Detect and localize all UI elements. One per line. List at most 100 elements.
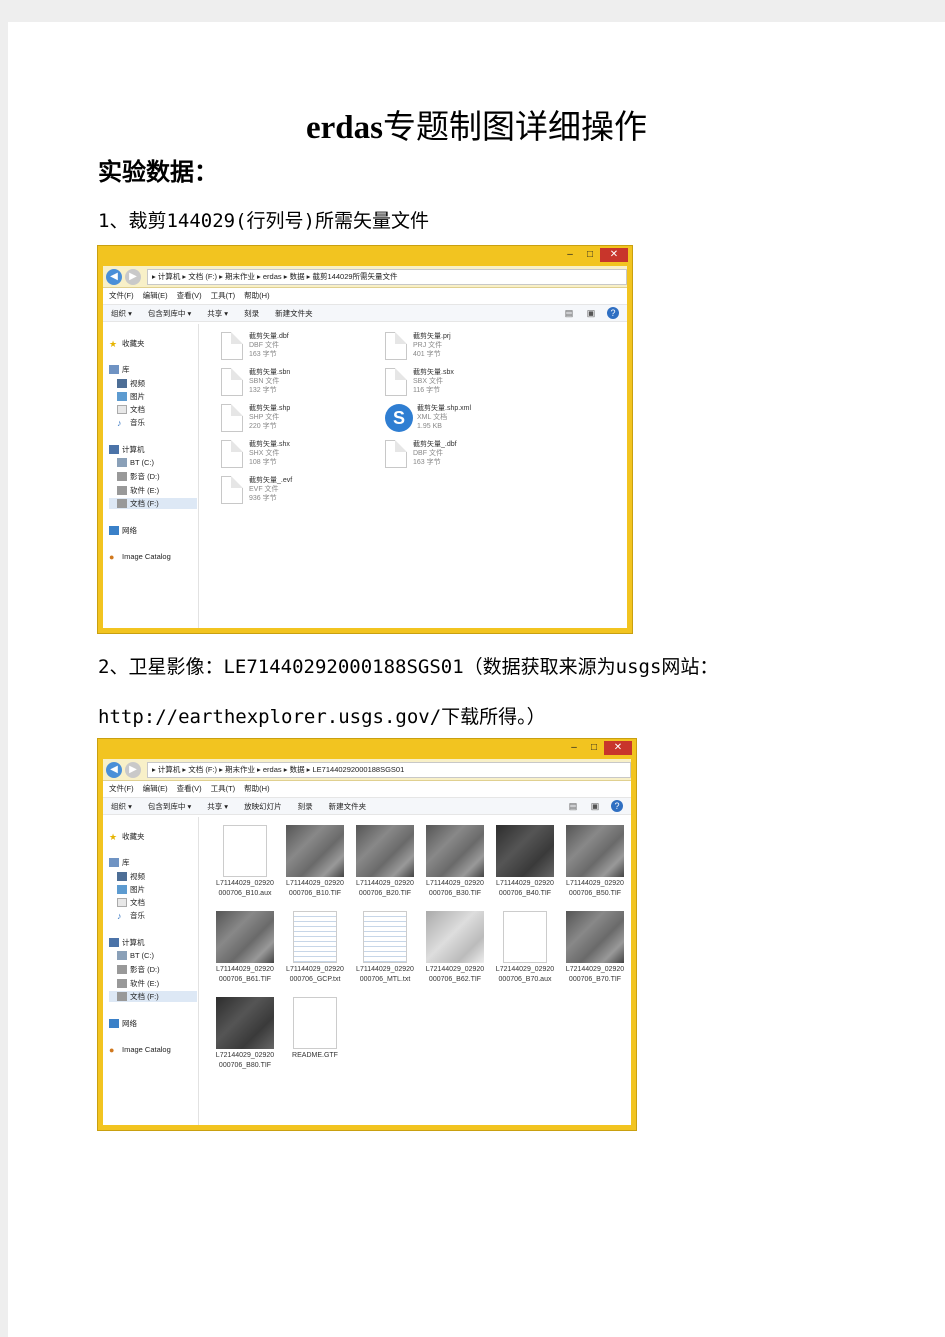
nav-image-catalog[interactable]: ● Image Catalog — [109, 552, 171, 562]
minimize-icon[interactable]: – — [564, 741, 584, 755]
document-icon — [117, 405, 127, 414]
nav-drive-e[interactable]: 软件 (E:) — [117, 978, 159, 989]
nav-network[interactable]: 网络 — [109, 525, 137, 536]
preview-pane-icon[interactable]: ▣ — [585, 307, 597, 319]
menu-view[interactable]: 查看(V) — [177, 784, 202, 793]
nav-image-catalog[interactable]: ● Image Catalog — [109, 1045, 171, 1055]
file-item[interactable]: L71144029_02920 000706_B10.TIF — [283, 825, 347, 899]
preview-pane-icon[interactable]: ▣ — [589, 800, 601, 812]
file-item[interactable]: L71144029_02920 000706_B40.TIF — [493, 825, 557, 899]
file-name-line2: 000706_B30.TIF — [428, 890, 482, 897]
organize-button[interactable]: 组织 ▾ — [111, 802, 132, 811]
include-library-button[interactable]: 包含到库中 ▾ — [148, 309, 191, 318]
close-icon[interactable]: ✕ — [604, 741, 632, 755]
file-name-line2: 000706_B10.aux — [218, 890, 272, 897]
file-item[interactable]: L72144029_02920 000706_B62.TIF — [423, 911, 487, 985]
file-item[interactable]: L72144029_02920 000706_B70.aux — [493, 911, 557, 985]
view-options-icon[interactable]: ▤ — [563, 307, 575, 319]
burn-button[interactable]: 刻录 — [298, 802, 313, 811]
file-item[interactable]: L71144029_02920 000706_B50.TIF — [563, 825, 627, 899]
computer-icon — [109, 445, 119, 454]
menu-bar: 文件(F) 编辑(E) 查看(V) 工具(T) 帮助(H) — [103, 289, 627, 303]
nav-drive-c[interactable]: BT (C:) — [117, 458, 154, 467]
menu-help[interactable]: 帮助(H) — [244, 291, 269, 300]
file-name-line2: 000706_B61.TIF — [218, 976, 272, 983]
file-name: 截剪矢量.prj — [413, 333, 451, 340]
new-folder-button[interactable]: 新建文件夹 — [275, 309, 313, 318]
share-button[interactable]: 共享 ▾ — [207, 309, 228, 318]
forward-icon[interactable]: ▶ — [125, 268, 141, 285]
maximize-icon[interactable]: □ — [584, 741, 604, 755]
nav-videos[interactable]: 视频 — [117, 378, 145, 389]
menu-edit[interactable]: 编辑(E) — [143, 291, 168, 300]
nav-computer[interactable]: 计算机 — [109, 444, 145, 455]
nav-drive-f[interactable]: 文档 (F:) — [109, 498, 197, 509]
file-item[interactable]: L72144029_02920 000706_B70.TIF — [563, 911, 627, 985]
burn-button[interactable]: 刻录 — [244, 309, 259, 318]
file-name-line2: 000706_MTL.txt — [359, 976, 411, 983]
menu-tools[interactable]: 工具(T) — [211, 784, 236, 793]
share-button[interactable]: 共享 ▾ — [207, 802, 228, 811]
nav-pictures[interactable]: 图片 — [117, 391, 145, 402]
back-icon[interactable]: ◀ — [106, 268, 122, 285]
nav-music[interactable]: ♪ 音乐 — [117, 910, 145, 921]
nav-documents[interactable]: 文档 — [117, 897, 145, 908]
back-icon[interactable]: ◀ — [106, 761, 122, 778]
menu-view[interactable]: 查看(V) — [177, 291, 202, 300]
menu-bar: 文件(F) 编辑(E) 查看(V) 工具(T) 帮助(H) — [103, 782, 631, 796]
file-item[interactable]: L71144029_02920 000706_MTL.txt — [353, 911, 417, 985]
organize-button[interactable]: 组织 ▾ — [111, 309, 132, 318]
maximize-icon[interactable]: □ — [580, 248, 600, 262]
nav-drive-e[interactable]: 软件 (E:) — [117, 485, 159, 496]
nav-documents[interactable]: 文档 — [117, 404, 145, 415]
nav-drive-d[interactable]: 影音 (D:) — [117, 964, 160, 975]
file-item[interactable]: L72144029_02920 000706_B80.TIF — [213, 997, 277, 1071]
page-title: erdas专题制图详细操作 — [8, 100, 945, 148]
file-item[interactable]: L71144029_02920 000706_GCP.txt — [283, 911, 347, 985]
include-library-button[interactable]: 包含到库中 ▾ — [148, 802, 191, 811]
nav-favorites[interactable]: ★ 收藏夹 — [109, 338, 145, 349]
file-name-line1: L71144029_02920 — [216, 966, 274, 973]
explorer-window-imagery: – □ ✕ ◀ ▶ ▸ 计算机 ▸ 文档 (F:) ▸ 期末作业 ▸ erdas ▸… — [97, 738, 637, 1131]
nav-label: 网络 — [122, 526, 137, 535]
nav-pictures[interactable]: 图片 — [117, 884, 145, 895]
file-item[interactable]: L71144029_02920 000706_B30.TIF — [423, 825, 487, 899]
library-icon — [109, 858, 119, 867]
menu-tools[interactable]: 工具(T) — [211, 291, 236, 300]
nav-music[interactable]: ♪ 音乐 — [117, 417, 145, 428]
nav-label: BT (C:) — [130, 458, 155, 467]
file-name-line1: L72144029_02920 — [495, 966, 555, 973]
new-folder-button[interactable]: 新建文件夹 — [329, 802, 367, 811]
file-type: PRJ 文件 — [413, 342, 443, 349]
menu-file[interactable]: 文件(F) — [109, 291, 134, 300]
satellite-image-thumbnail — [426, 911, 484, 963]
address-path[interactable]: ▸ 计算机 ▸ 文档 (F:) ▸ 期末作业 ▸ erdas ▸ 数据 ▸ LE… — [147, 761, 631, 778]
file-item[interactable]: L71144029_02920 000706_B20.TIF — [353, 825, 417, 899]
view-options-icon[interactable]: ▤ — [567, 800, 579, 812]
file-item[interactable]: L71144029_02920 000706_B61.TIF — [213, 911, 277, 985]
menu-file[interactable]: 文件(F) — [109, 784, 134, 793]
nav-drive-d[interactable]: 影音 (D:) — [117, 471, 160, 482]
slideshow-button[interactable]: 放映幻灯片 — [244, 802, 282, 811]
nav-library[interactable]: 库 — [109, 364, 130, 375]
close-icon[interactable]: ✕ — [600, 248, 628, 262]
forward-icon[interactable]: ▶ — [125, 761, 141, 778]
help-icon[interactable]: ? — [611, 800, 623, 812]
nav-videos[interactable]: 视频 — [117, 871, 145, 882]
file-item[interactable]: README.GTF — [283, 997, 347, 1061]
nav-library[interactable]: 库 — [109, 857, 130, 868]
help-icon[interactable]: ? — [607, 307, 619, 319]
nav-drive-f[interactable]: 文档 (F:) — [109, 991, 197, 1002]
menu-help[interactable]: 帮助(H) — [244, 784, 269, 793]
nav-drive-c[interactable]: BT (C:) — [117, 951, 154, 960]
file-icon — [385, 368, 407, 396]
minimize-icon[interactable]: – — [560, 248, 580, 262]
nav-computer[interactable]: 计算机 — [109, 937, 145, 948]
menu-edit[interactable]: 编辑(E) — [143, 784, 168, 793]
file-name-line1: README.GTF — [292, 1052, 338, 1059]
nav-favorites[interactable]: ★ 收藏夹 — [109, 831, 145, 842]
file-size: 163 字节 — [413, 459, 441, 466]
file-item[interactable]: L71144029_02920 000706_B10.aux — [213, 825, 277, 899]
address-path[interactable]: ▸ 计算机 ▸ 文档 (F:) ▸ 期末作业 ▸ erdas ▸ 数据 ▸ 截剪… — [147, 268, 627, 285]
nav-network[interactable]: 网络 — [109, 1018, 137, 1029]
